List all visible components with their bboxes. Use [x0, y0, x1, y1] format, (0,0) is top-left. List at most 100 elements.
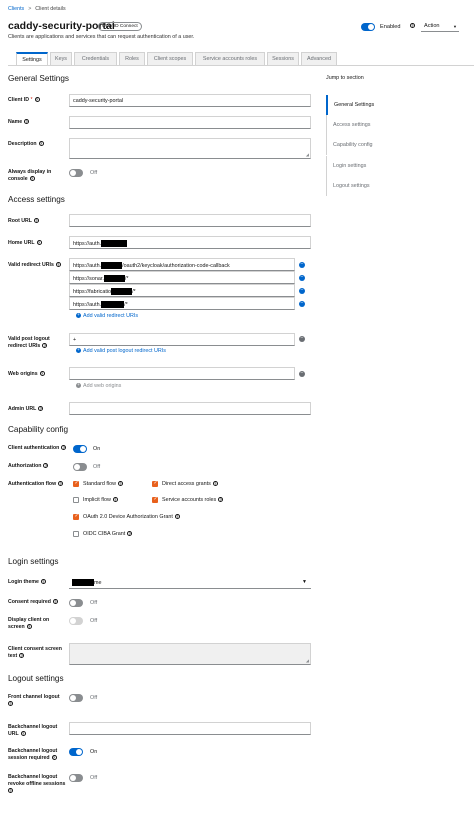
remove-circle-icon[interactable]: −	[299, 336, 305, 342]
add-redirect-uri-button[interactable]: + Add valid redirect URIs	[76, 312, 138, 319]
help-icon[interactable]: ?	[58, 481, 64, 487]
add-web-origins-button[interactable]: + Add web origins	[76, 382, 121, 389]
backchannel-url-label: Backchannel logout URL?	[8, 724, 57, 738]
help-icon[interactable]: ?	[127, 531, 133, 537]
backchannel-session-toggle[interactable]	[69, 748, 83, 756]
help-icon[interactable]: ?	[410, 23, 415, 28]
help-icon[interactable]: ?	[34, 97, 40, 103]
add-post-logout-redirect-button[interactable]: + Add valid post logout redirect URIs	[76, 347, 166, 354]
tab-roles[interactable]: Roles	[119, 52, 145, 65]
action-label: Action	[424, 23, 440, 29]
remove-circle-icon[interactable]: −	[299, 301, 305, 307]
home-url-input[interactable]: https://auth.	[69, 236, 311, 249]
help-icon[interactable]: ?	[40, 579, 46, 585]
help-icon[interactable]: ?	[61, 445, 67, 451]
client-id-input[interactable]: caddy-security-portal	[69, 94, 311, 107]
help-icon[interactable]: ?	[33, 218, 39, 224]
tab-keys[interactable]: Keys	[50, 52, 72, 65]
standard-flow-checkbox[interactable]	[73, 480, 79, 487]
jump-general-settings[interactable]: General Settings	[326, 95, 406, 115]
enabled-toggle[interactable]	[361, 23, 375, 31]
service-accounts-text: Service accounts roles	[162, 497, 217, 503]
login-theme-select[interactable]: me ▼	[69, 576, 311, 589]
backchannel-offline-state: Off	[90, 775, 98, 781]
client-auth-toggle[interactable]	[73, 445, 87, 453]
help-icon[interactable]: ?	[26, 624, 32, 630]
service-accounts-checkbox[interactable]	[152, 496, 158, 503]
help-icon[interactable]: ?	[43, 463, 49, 469]
oauth-device-checkbox[interactable]	[73, 513, 79, 520]
redirect-uri-input-4[interactable]: https://auth. /*	[69, 297, 295, 310]
implicit-flow-checkbox[interactable]	[73, 497, 79, 503]
front-channel-toggle[interactable]	[69, 694, 83, 702]
remove-circle-icon[interactable]: −	[299, 288, 305, 294]
root-url-input[interactable]	[69, 214, 311, 227]
help-icon[interactable]: ?	[36, 240, 42, 246]
logout-settings-heading: Logout settings	[8, 674, 64, 683]
help-icon[interactable]: ?	[112, 497, 118, 503]
description-label: Description?	[8, 141, 44, 148]
help-icon[interactable]: ?	[8, 701, 13, 707]
remove-circle-icon[interactable]: −	[299, 371, 305, 377]
name-input[interactable]	[69, 116, 311, 129]
help-icon[interactable]: ?	[8, 788, 13, 794]
valid-redirect-label-text: Valid redirect URIs	[8, 262, 54, 268]
help-icon[interactable]: ?	[24, 119, 30, 125]
authorization-label-text: Authorization	[8, 463, 42, 469]
admin-url-label: Admin URL?	[8, 406, 44, 413]
post-logout-redirect-input[interactable]: +	[69, 333, 295, 346]
redirect-uri-input-3[interactable]: https://fabricatio /*	[69, 284, 295, 297]
direct-access-checkbox[interactable]	[152, 480, 158, 487]
help-icon[interactable]: ?	[38, 406, 44, 412]
breadcrumb-clients-link[interactable]: Clients	[8, 6, 24, 12]
consent-required-toggle[interactable]	[69, 599, 83, 607]
help-icon[interactable]: ?	[55, 262, 61, 268]
remove-circle-icon[interactable]: −	[299, 275, 305, 281]
consent-text-textarea[interactable]: ◢	[69, 643, 311, 665]
help-icon[interactable]: ?	[20, 731, 26, 737]
tab-service-accounts-roles[interactable]: Service accounts roles	[195, 52, 265, 65]
display-client-toggle[interactable]	[69, 617, 83, 625]
authorization-label: Authorization?	[8, 463, 49, 470]
tab-advanced[interactable]: Advanced	[301, 52, 337, 65]
jump-access-settings[interactable]: Access settings	[326, 115, 406, 135]
description-textarea[interactable]: ◢	[69, 138, 311, 159]
backchannel-url-input[interactable]	[69, 722, 311, 735]
web-origins-input[interactable]	[69, 367, 295, 380]
help-icon[interactable]: ?	[42, 343, 48, 349]
always-display-toggle[interactable]	[69, 169, 83, 177]
tab-credentials[interactable]: Credentials	[74, 52, 117, 65]
resize-handle-icon[interactable]: ◢	[306, 658, 309, 663]
help-icon[interactable]: ?	[19, 653, 25, 659]
redirect-uri-input-1[interactable]: https://auth. /oauth2/keycloak/authorizat…	[69, 258, 295, 271]
help-icon[interactable]: ?	[52, 599, 58, 605]
help-icon[interactable]: ?	[218, 497, 224, 503]
help-icon[interactable]: ?	[51, 755, 57, 761]
remove-circle-icon[interactable]: −	[299, 262, 305, 268]
oidc-ciba-checkbox[interactable]	[73, 531, 79, 537]
tab-sessions[interactable]: Sessions	[267, 52, 299, 65]
tab-client-scopes[interactable]: Client scopes	[147, 52, 193, 65]
protocol-badge: OpenID Connect	[98, 22, 142, 31]
help-icon[interactable]: ?	[29, 176, 35, 182]
backchannel-offline-toggle[interactable]	[69, 774, 83, 782]
help-icon[interactable]: ?	[212, 481, 218, 487]
authorization-toggle[interactable]	[73, 463, 87, 471]
login-settings-heading: Login settings	[8, 557, 59, 566]
web-origins-label-text: Web origins	[8, 371, 38, 377]
help-icon[interactable]: ?	[174, 514, 180, 520]
jump-capability-config[interactable]: Capability config	[326, 135, 406, 155]
tab-settings[interactable]: Settings	[16, 52, 48, 65]
consent-text-label: Client consent screen text?	[8, 646, 62, 660]
redirect-uri-input-2[interactable]: https://sonar. /*	[69, 271, 295, 284]
home-url-label-text: Home URL	[8, 240, 35, 246]
admin-url-input[interactable]	[69, 402, 311, 415]
help-icon[interactable]: ?	[39, 371, 45, 377]
resize-handle-icon[interactable]: ◢	[306, 152, 309, 157]
jump-login-settings[interactable]: Login settings	[326, 156, 406, 176]
authorization-state: Off	[93, 464, 101, 470]
help-icon[interactable]: ?	[38, 141, 44, 147]
action-dropdown[interactable]: Action ▼	[421, 21, 459, 32]
help-icon[interactable]: ?	[117, 481, 123, 487]
jump-logout-settings[interactable]: Logout settings	[326, 176, 406, 196]
